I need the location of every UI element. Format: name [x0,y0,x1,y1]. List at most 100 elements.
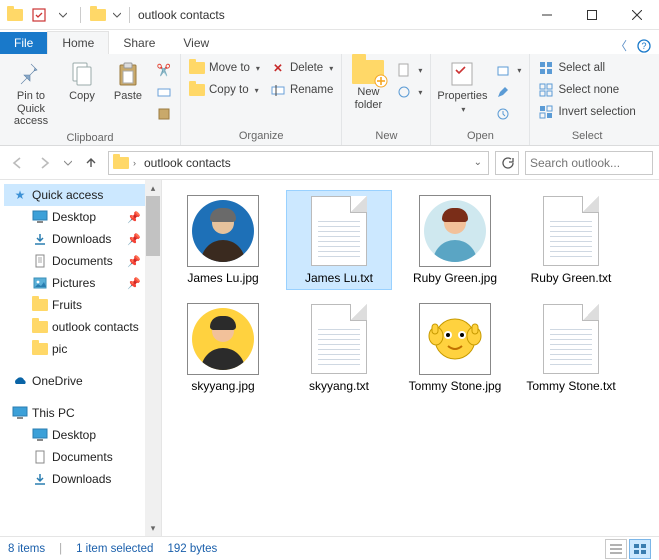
file-item[interactable]: skyyang.txt [286,298,392,398]
open-button[interactable]: ▾ [491,60,525,80]
new-item-button[interactable]: ▾ [392,60,426,80]
nav-outlook-contacts[interactable]: outlook contacts [4,316,145,338]
scroll-up-icon[interactable]: ▴ [145,180,161,196]
pin-icon: 📌 [127,255,141,268]
organize-group-label: Organize [185,128,337,145]
tab-share[interactable]: Share [109,32,169,54]
minimize-button[interactable] [524,0,569,30]
ribbon: Pin to Quick access Copy Paste ✂️ Clipbo… [0,54,659,146]
file-list[interactable]: James Lu.jpg James Lu.txtRuby Green.jpg Ru… [162,180,659,536]
pin-to-quick-access-button[interactable]: Pin to Quick access [4,58,58,130]
qat-dropdown-icon[interactable] [111,4,123,26]
file-item[interactable]: James Lu.txt [286,190,392,290]
file-item[interactable]: Tommy Stone.jpg [402,298,508,398]
pin-icon: 📌 [127,277,141,290]
file-name: James Lu.jpg [187,271,258,285]
search-box[interactable] [525,151,653,175]
nav-onedrive[interactable]: OneDrive [4,370,145,392]
address-bar[interactable]: › outlook contacts ⌄ [108,151,489,175]
nav-pic[interactable]: pic [4,338,145,360]
paste-shortcut-button[interactable] [152,104,176,124]
text-file-icon [535,195,607,267]
search-input[interactable] [530,156,659,170]
new-folder-button[interactable]: New folder [346,58,390,113]
file-item[interactable]: Tommy Stone.txt [518,298,624,398]
paste-icon [114,60,142,88]
scroll-thumb[interactable] [146,196,160,256]
nav-downloads[interactable]: Downloads📌 [4,228,145,250]
collapse-ribbon-icon[interactable]: 〈 [615,37,627,54]
file-name: skyyang.jpg [191,379,254,393]
tab-home[interactable]: Home [47,31,109,54]
pin-label: Pin to Quick access [6,90,56,128]
nav-desktop-2[interactable]: Desktop [4,424,145,446]
copy-to-button[interactable]: Copy to▾ [185,80,264,100]
nav-downloads-2[interactable]: Downloads [4,468,145,490]
copy-path-button[interactable] [152,82,176,102]
easy-access-button[interactable]: ▾ [392,82,426,102]
address-dropdown-icon[interactable]: ⌄ [474,157,486,168]
nav-pictures[interactable]: Pictures📌 [4,272,145,294]
pin-icon: 📌 [127,211,141,224]
quick-access-toolbar [0,4,134,26]
nav-scrollbar[interactable]: ▴ ▾ [145,180,161,536]
folder-icon [32,297,48,313]
select-all-button[interactable]: Select all [534,58,639,78]
maximize-button[interactable] [569,0,614,30]
tab-view[interactable]: View [169,32,223,54]
select-none-button[interactable]: Select none [534,80,639,100]
details-view-button[interactable] [605,539,627,559]
invert-selection-button[interactable]: Invert selection [534,102,639,122]
copy-button[interactable]: Copy [60,58,104,105]
file-item[interactable]: James Lu.jpg [170,190,276,290]
move-to-button[interactable]: Move to▾ [185,58,264,78]
forward-button[interactable] [34,152,56,174]
refresh-button[interactable] [495,151,519,175]
close-button[interactable] [614,0,659,30]
select-none-icon [538,82,554,98]
breadcrumb-root[interactable]: › [111,157,138,169]
file-item[interactable]: Ruby Green.txt [518,190,624,290]
new-folder-label: New folder [348,86,388,111]
file-item[interactable]: Ruby Green.jpg [402,190,508,290]
qat-dropdown-icon[interactable] [52,4,74,26]
nav-quick-access[interactable]: ★Quick access [4,184,145,206]
nav-fruits[interactable]: Fruits [4,294,145,316]
copy-to-icon [189,82,205,98]
documents-icon [32,253,48,269]
image-thumbnail [419,195,491,267]
back-button[interactable] [6,152,28,174]
explorer-body: ★Quick access Desktop📌 Downloads📌 Docume… [0,180,659,536]
this-pc-icon [12,405,28,421]
paste-button[interactable]: Paste [106,58,150,105]
recent-locations-button[interactable] [62,152,74,174]
qat-properties-icon[interactable] [28,4,50,26]
file-name: Ruby Green.txt [531,271,612,285]
rename-button[interactable]: Rename [266,80,337,100]
nav-desktop[interactable]: Desktop📌 [4,206,145,228]
history-button[interactable] [491,104,525,124]
cut-button[interactable]: ✂️ [152,60,176,80]
large-icons-view-button[interactable] [629,539,651,559]
delete-button[interactable]: ✕Delete▾ [266,58,337,78]
folder-icon [32,341,48,357]
nav-this-pc[interactable]: This PC [4,402,145,424]
help-icon[interactable]: ? [637,39,651,53]
ribbon-group-select: Select all Select none Invert selection … [530,54,643,145]
ribbon-group-new: New folder ▾ ▾ New [342,54,431,145]
nav-documents-2[interactable]: Documents [4,446,145,468]
scroll-down-icon[interactable]: ▾ [145,520,161,536]
nav-documents[interactable]: Documents📌 [4,250,145,272]
breadcrumb-folder[interactable]: outlook contacts [142,156,233,170]
status-selection: 1 item selected [76,543,153,555]
edit-button[interactable] [491,82,525,102]
desktop-icon [32,209,48,225]
properties-button[interactable]: Properties▾ [435,58,489,116]
paste-label: Paste [114,90,142,103]
tab-file[interactable]: File [0,32,47,54]
downloads-icon [32,231,48,247]
move-to-icon [189,60,205,76]
select-group-label: Select [534,128,639,145]
file-item[interactable]: skyyang.jpg [170,298,276,398]
up-button[interactable] [80,152,102,174]
